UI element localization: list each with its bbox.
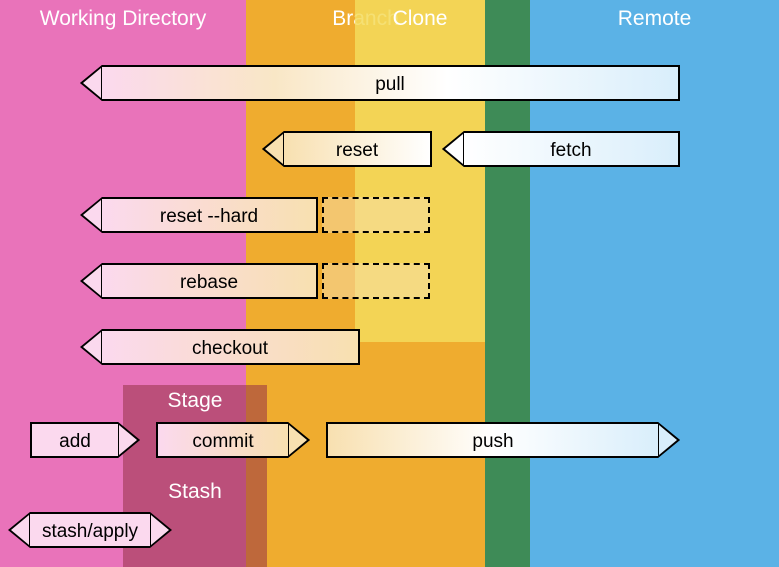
arrow-head-push-fill xyxy=(658,422,680,458)
cmd-add: add xyxy=(30,422,118,458)
zone-label-stash: Stash xyxy=(123,480,267,504)
cmd-checkout: checkout xyxy=(102,329,360,365)
col-label-working-directory: Working Directory xyxy=(0,7,246,31)
cmd-push: push xyxy=(326,422,658,458)
arrow-head-pull-fill xyxy=(80,65,102,101)
cmd-fetch: fetch xyxy=(464,131,680,167)
arrow-head-stash-r xyxy=(150,512,172,548)
git-diagram: Working Directory Branch Remote Clone St… xyxy=(0,0,779,567)
zone-label-clone: Clone xyxy=(355,7,485,31)
arrow-head-checkout xyxy=(80,329,102,365)
col-label-remote: Remote xyxy=(530,7,779,31)
zone-label-stage: Stage xyxy=(123,389,267,413)
cmd-commit: commit xyxy=(156,422,288,458)
arrow-head-resethard xyxy=(80,197,102,233)
cmd-stash-apply: stash/apply xyxy=(30,512,150,548)
arrow-head-commit-fill xyxy=(288,422,310,458)
cmd-reset: reset xyxy=(284,131,432,167)
arrow-head-fetch-fill xyxy=(442,131,464,167)
cmd-reset-hard: reset --hard xyxy=(102,197,318,233)
cmd-reset-hard-ext xyxy=(322,197,430,233)
cmd-pull: pull xyxy=(102,65,680,101)
arrow-head-add-fill xyxy=(118,422,140,458)
cmd-rebase-ext xyxy=(322,263,430,299)
arrow-head-reset-fill xyxy=(262,131,284,167)
cmd-rebase: rebase xyxy=(102,263,318,299)
arrow-head-rebase xyxy=(80,263,102,299)
arrow-head-stash-l xyxy=(8,512,30,548)
